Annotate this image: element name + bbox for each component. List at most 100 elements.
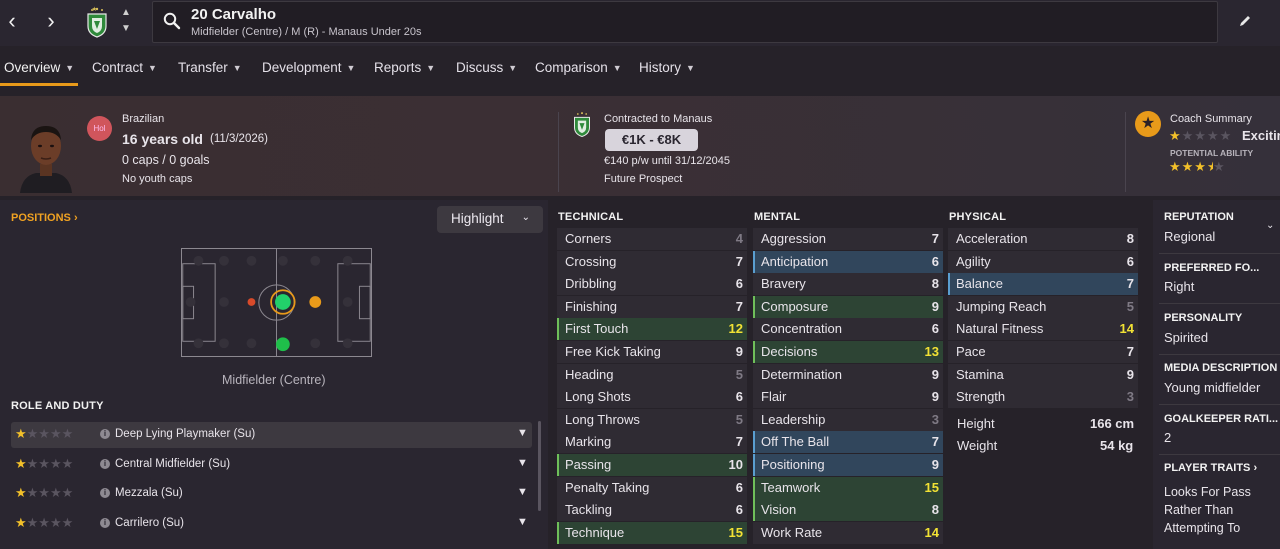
edit-pencil-icon[interactable] bbox=[1238, 14, 1252, 28]
weight-value: 54 kg bbox=[1100, 438, 1134, 453]
tab-label: Overview bbox=[4, 60, 61, 75]
chevron-down-icon[interactable]: ▼ bbox=[517, 457, 528, 469]
back-arrow-icon[interactable]: ‹ bbox=[1, 9, 23, 35]
tab-label: Transfer bbox=[178, 60, 228, 75]
contract-club[interactable]: Contracted to Manaus bbox=[604, 113, 712, 125]
attribute-row[interactable]: Balance 7 bbox=[948, 273, 1138, 296]
preferred-foot-value: Right bbox=[1164, 279, 1195, 294]
attribute-name: Strength bbox=[956, 389, 1006, 405]
attribute-row[interactable]: Crossing 7 bbox=[557, 250, 747, 273]
current-ability-stars: ★★★★★ bbox=[1169, 128, 1233, 143]
attribute-row[interactable]: Leadership 3 bbox=[753, 408, 943, 431]
chevron-up-icon[interactable]: ▲ bbox=[119, 5, 133, 21]
player-search-box[interactable]: 20 Carvalho Midfielder (Centre) / M (R) … bbox=[152, 1, 1218, 43]
attribute-row[interactable]: Finishing 7 bbox=[557, 295, 747, 318]
youth-caps: No youth caps bbox=[122, 173, 193, 185]
attribute-row[interactable]: Determination 9 bbox=[753, 363, 943, 386]
info-icon[interactable]: i bbox=[100, 429, 110, 439]
role-row[interactable]: ★★★★★ i Deep Lying Playmaker (Su) ▼ bbox=[11, 422, 532, 448]
attribute-row[interactable]: Teamwork 15 bbox=[753, 476, 943, 499]
attribute-name: Aggression bbox=[761, 231, 827, 246]
tab-comparison[interactable]: Comparison ▼ bbox=[535, 60, 622, 75]
attribute-row[interactable]: Corners 4 bbox=[557, 228, 747, 250]
goalkeeper-rating-value: 2 bbox=[1164, 430, 1172, 445]
preferred-foot-title: PREFERRED FO... bbox=[1164, 262, 1260, 274]
role-row[interactable]: ★★★★★ i Central Midfielder (Su) ▼ bbox=[11, 452, 532, 478]
tab-discuss[interactable]: Discuss ▼ bbox=[456, 60, 517, 75]
chevron-down-icon: ▼ bbox=[508, 63, 518, 73]
attribute-value: 7 bbox=[1126, 344, 1134, 359]
chevron-down-icon[interactable]: ▼ bbox=[517, 516, 528, 528]
search-icon[interactable] bbox=[163, 12, 181, 30]
chevron-down-icon[interactable]: ⌄ bbox=[1266, 220, 1274, 231]
chevron-down-icon: ▼ bbox=[686, 63, 695, 73]
highlight-label: Highlight bbox=[451, 211, 504, 226]
chevron-down-icon: ▼ bbox=[148, 63, 157, 73]
club-badge-icon[interactable] bbox=[85, 6, 109, 38]
tab-overview[interactable]: Overview ▼ bbox=[4, 60, 74, 75]
tab-development[interactable]: Development ▼ bbox=[262, 60, 355, 75]
highlight-dropdown[interactable]: Highlight ⌄ bbox=[437, 206, 543, 233]
attribute-row[interactable]: Strength 3 bbox=[948, 386, 1138, 409]
attribute-row[interactable]: First Touch 12 bbox=[557, 318, 747, 341]
height-value: 166 cm bbox=[1090, 416, 1135, 431]
attribute-row[interactable]: Decisions 13 bbox=[753, 341, 943, 363]
role-row[interactable]: ★★★★★ i Mezzala (Su) ▼ bbox=[11, 481, 532, 507]
attribute-row[interactable]: Stamina 9 bbox=[948, 363, 1138, 386]
attribute-row[interactable]: Agility 6 bbox=[948, 250, 1138, 273]
attribute-row[interactable]: Off The Ball 7 bbox=[753, 431, 943, 454]
chevron-down-icon: ⌄ bbox=[521, 212, 530, 223]
attribute-row[interactable]: Pace 7 bbox=[948, 341, 1138, 363]
attribute-row[interactable]: Marking 7 bbox=[557, 431, 747, 454]
attribute-row[interactable]: Penalty Taking 6 bbox=[557, 476, 747, 499]
attribute-row[interactable]: Aggression 7 bbox=[753, 228, 943, 250]
chevron-down-icon[interactable]: ▼ bbox=[517, 486, 528, 498]
attribute-name: Off The Ball bbox=[761, 434, 830, 450]
tab-label: Development bbox=[262, 60, 342, 75]
attribute-row[interactable]: Anticipation 6 bbox=[753, 250, 943, 273]
info-icon[interactable]: i bbox=[100, 459, 110, 469]
attribute-name: First Touch bbox=[565, 321, 629, 337]
attribute-row[interactable]: Positioning 9 bbox=[753, 454, 943, 476]
status-badge[interactable]: Hol bbox=[87, 116, 112, 141]
scrollbar[interactable] bbox=[538, 421, 541, 511]
positions-link[interactable]: POSITIONS › bbox=[11, 212, 78, 224]
role-row[interactable]: ★★★★★ i Carrilero (Su) ▼ bbox=[11, 511, 532, 537]
attribute-row[interactable]: Jumping Reach 5 bbox=[948, 295, 1138, 318]
tab-transfer[interactable]: Transfer ▼ bbox=[178, 60, 242, 75]
attribute-row[interactable]: Long Throws 5 bbox=[557, 408, 747, 431]
attribute-name: Crossing bbox=[565, 253, 617, 269]
attribute-row[interactable]: Long Shots 6 bbox=[557, 386, 747, 409]
attribute-row[interactable]: Heading 5 bbox=[557, 363, 747, 386]
attribute-row[interactable]: Flair 9 bbox=[753, 386, 943, 409]
info-icon[interactable]: i bbox=[100, 488, 110, 498]
chevron-down-icon: ▼ bbox=[232, 63, 242, 73]
attribute-row[interactable]: Composure 9 bbox=[753, 295, 943, 318]
tab-history[interactable]: History ▼ bbox=[639, 60, 695, 75]
attribute-name: Free Kick Taking bbox=[565, 344, 661, 359]
attribute-row[interactable]: Technique 15 bbox=[557, 521, 747, 544]
attribute-row[interactable]: Acceleration 8 bbox=[948, 228, 1138, 250]
attribute-row[interactable]: Work Rate 14 bbox=[753, 521, 943, 544]
chevron-down-icon[interactable]: ▼ bbox=[119, 21, 133, 37]
info-icon[interactable]: i bbox=[100, 518, 110, 528]
attribute-row[interactable]: Passing 10 bbox=[557, 454, 747, 476]
attribute-value: 7 bbox=[735, 253, 743, 269]
attribute-row[interactable]: Dribbling 6 bbox=[557, 273, 747, 296]
tab-contract[interactable]: Contract ▼ bbox=[92, 60, 157, 75]
attribute-row[interactable]: Bravery 8 bbox=[753, 273, 943, 296]
attribute-row[interactable]: Free Kick Taking 9 bbox=[557, 341, 747, 363]
attribute-row[interactable]: Concentration 6 bbox=[753, 318, 943, 341]
attribute-row[interactable]: Vision 8 bbox=[753, 499, 943, 522]
attribute-row[interactable]: Tackling 6 bbox=[557, 499, 747, 522]
tab-reports[interactable]: Reports ▼ bbox=[374, 60, 435, 75]
coach-summary-title[interactable]: Coach Summary bbox=[1170, 113, 1252, 125]
chevron-down-icon[interactable]: ▼ bbox=[517, 427, 528, 439]
attribute-row[interactable]: Natural Fitness 14 bbox=[948, 318, 1138, 341]
attribute-value: 6 bbox=[735, 276, 743, 292]
player-traits-link[interactable]: PLAYER TRAITS › bbox=[1164, 462, 1257, 474]
goalkeeper-rating-title: GOALKEEPER RATI... bbox=[1164, 413, 1279, 425]
navigator-arrows[interactable]: ▲ ▼ bbox=[119, 5, 133, 37]
forward-arrow-icon[interactable]: › bbox=[40, 9, 62, 35]
attribute-value: 9 bbox=[931, 366, 939, 382]
